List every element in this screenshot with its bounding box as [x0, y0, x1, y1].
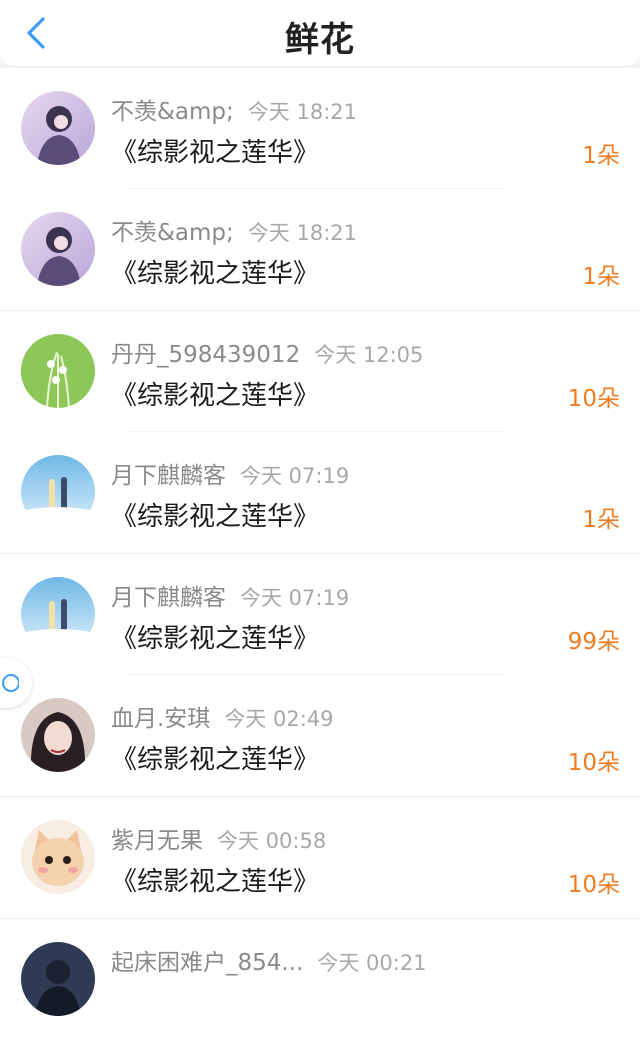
timestamp: 今天 00:58 — [217, 829, 327, 853]
user-name: 起床困难户_854... 今天 00:21 — [111, 950, 427, 976]
avatar[interactable] — [21, 698, 95, 772]
list-item[interactable]: 血月.安琪 今天 02:49 《综影视之莲华》 10朵 — [0, 675, 640, 797]
timestamp: 今天 12:05 — [314, 343, 424, 367]
user-name: 丹丹_598439012 今天 12:05 — [111, 342, 424, 368]
timestamp: 今天 07:19 — [240, 586, 350, 610]
flower-count: 10朵 — [567, 750, 620, 776]
list-item[interactable]: 月下麒麟客 今天 07:19 《综影视之莲华》 99朵 — [0, 554, 640, 675]
avatar[interactable] — [21, 212, 95, 286]
list-item[interactable]: 月下麒麟客 今天 07:19 《综影视之莲华》 1朵 — [0, 432, 640, 554]
avatar[interactable] — [21, 455, 95, 529]
timestamp: 今天 00:21 — [317, 951, 427, 975]
flower-count: 1朵 — [582, 507, 620, 533]
user-name: 不羡&amp; 今天 18:21 — [111, 220, 357, 246]
book-title: 《综影视之莲华》 — [111, 259, 320, 289]
avatar[interactable] — [21, 820, 95, 894]
avatar[interactable] — [21, 91, 95, 165]
user-name: 血月.安琪 今天 02:49 — [111, 706, 334, 732]
list-item[interactable]: 不羡&amp; 今天 18:21 《综影视之莲华》 1朵 — [0, 68, 640, 189]
flower-count: 1朵 — [582, 143, 620, 169]
book-title: 《综影视之莲华》 — [111, 502, 320, 532]
avatar[interactable] — [21, 942, 95, 1016]
timestamp: 今天 07:19 — [240, 464, 350, 488]
user-name: 月下麒麟客 今天 07:19 — [111, 463, 350, 489]
book-title: 《综影视之莲华》 — [111, 381, 320, 411]
list-item[interactable]: 丹丹_598439012 今天 12:05 《综影视之莲华》 10朵 — [0, 311, 640, 432]
avatar[interactable] — [21, 334, 95, 408]
book-title: 《综影视之莲华》 — [111, 867, 320, 897]
book-title: 《综影视之莲华》 — [111, 745, 320, 775]
top-bar: 鲜花 — [0, 0, 640, 67]
user-name: 紫月无果 今天 00:58 — [111, 828, 327, 854]
bookmark-icon — [2, 674, 19, 692]
book-title: 《综影视之莲华》 — [111, 624, 320, 654]
timestamp: 今天 18:21 — [247, 221, 357, 245]
list-item[interactable]: 不羡&amp; 今天 18:21 《综影视之莲华》 1朵 — [0, 189, 640, 311]
flower-count: 1朵 — [582, 264, 620, 290]
timestamp: 今天 02:49 — [224, 707, 334, 731]
flower-count: 99朵 — [567, 629, 620, 655]
list-item[interactable]: 紫月无果 今天 00:58 《综影视之莲华》 10朵 — [0, 797, 640, 919]
list-item[interactable]: 起床困难户_854... 今天 00:21 — [0, 919, 640, 1040]
flower-count: 10朵 — [567, 872, 620, 898]
avatar[interactable] — [21, 577, 95, 651]
page-title: 鲜花 — [285, 20, 355, 60]
user-name: 月下麒麟客 今天 07:19 — [111, 585, 350, 611]
flower-list: 不羡&amp; 今天 18:21 《综影视之莲华》 1朵 不羡&amp; 今天 18… — [0, 68, 640, 1040]
timestamp: 今天 18:21 — [247, 100, 357, 124]
user-name: 不羡&amp; 今天 18:21 — [111, 99, 357, 125]
book-title: 《综影视之莲华》 — [111, 138, 320, 168]
flower-count: 10朵 — [567, 386, 620, 412]
